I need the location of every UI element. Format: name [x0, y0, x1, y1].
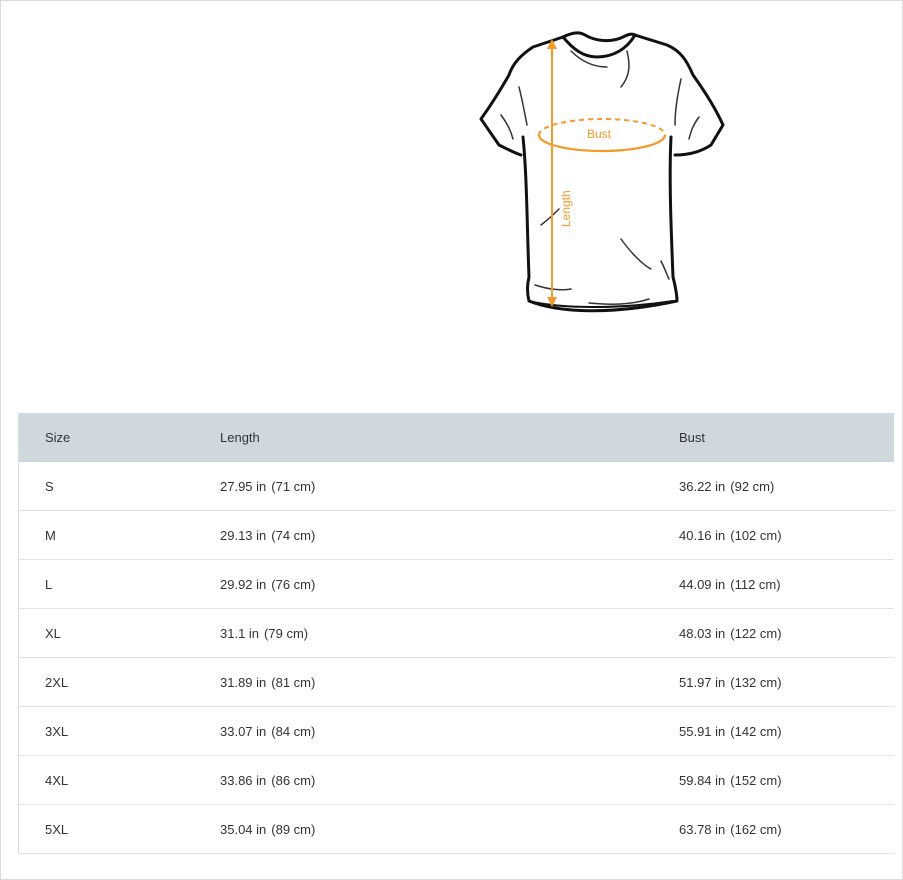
table-row: L29.92 in (76 cm) 44.09 in (112 cm)	[19, 560, 895, 609]
length-inches: 27.95 in	[220, 479, 266, 494]
bust-centimeters: (112 cm)	[730, 577, 780, 592]
bust-cell: 63.78 in (162 cm)	[679, 805, 894, 854]
bust-centimeters: (152 cm)	[730, 773, 781, 788]
bust-inches: 51.97 in	[679, 675, 725, 690]
tshirt-measurement-diagram: Bust Length	[471, 27, 741, 327]
length-inches: 35.04 in	[220, 822, 266, 837]
size-table-container: Size Length Bust S27.95 in (71 cm) 36.22 i…	[18, 413, 894, 854]
length-cell: 31.89 in (81 cm)	[220, 658, 679, 707]
length-cell: 31.1 in (79 cm)	[220, 609, 679, 658]
table-row: S27.95 in (71 cm) 36.22 in (92 cm)	[19, 462, 895, 511]
length-centimeters: (71 cm)	[271, 479, 315, 494]
length-inches: 33.86 in	[220, 773, 266, 788]
table-row: XL31.1 in (79 cm) 48.03 in (122 cm)	[19, 609, 895, 658]
bust-inches: 48.03 in	[679, 626, 725, 641]
bust-inches: 36.22 in	[679, 479, 725, 494]
bust-centimeters: (122 cm)	[730, 626, 781, 641]
bust-cell: 40.16 in (102 cm)	[679, 511, 894, 560]
size-chart-panel: Bust Length Size Length Bust S27.95 in (7…	[0, 0, 903, 880]
size-cell: M	[19, 511, 221, 560]
length-cell: 27.95 in (71 cm)	[220, 462, 679, 511]
length-centimeters: (86 cm)	[271, 773, 315, 788]
size-cell: 2XL	[19, 658, 221, 707]
bust-inches: 40.16 in	[679, 528, 725, 543]
size-cell: S	[19, 462, 221, 511]
length-cell: 33.07 in (84 cm)	[220, 707, 679, 756]
bust-centimeters: (102 cm)	[730, 528, 781, 543]
length-centimeters: (74 cm)	[271, 528, 315, 543]
bust-centimeters: (92 cm)	[730, 479, 774, 494]
bust-inches: 55.91 in	[679, 724, 725, 739]
bust-inches: 63.78 in	[679, 822, 725, 837]
length-cell: 29.92 in (76 cm)	[220, 560, 679, 609]
tshirt-icon	[471, 27, 741, 327]
table-header-row: Size Length Bust	[19, 413, 895, 462]
length-centimeters: (79 cm)	[264, 626, 308, 641]
size-cell: 4XL	[19, 756, 221, 805]
size-cell: XL	[19, 609, 221, 658]
size-table: Size Length Bust S27.95 in (71 cm) 36.22 i…	[18, 413, 894, 854]
bust-cell: 59.84 in (152 cm)	[679, 756, 894, 805]
table-row: 2XL31.89 in (81 cm) 51.97 in (132 cm)	[19, 658, 895, 707]
length-label: Length	[559, 190, 573, 227]
bust-cell: 51.97 in (132 cm)	[679, 658, 894, 707]
length-cell: 29.13 in (74 cm)	[220, 511, 679, 560]
bust-inches: 44.09 in	[679, 577, 725, 592]
size-cell: L	[19, 560, 221, 609]
length-cell: 33.86 in (86 cm)	[220, 756, 679, 805]
length-inches: 31.1 in	[220, 626, 259, 641]
bust-label: Bust	[587, 127, 611, 141]
length-inches: 29.92 in	[220, 577, 266, 592]
bust-cell: 36.22 in (92 cm)	[679, 462, 894, 511]
length-inches: 29.13 in	[220, 528, 266, 543]
table-row: M29.13 in (74 cm) 40.16 in (102 cm)	[19, 511, 895, 560]
size-cell: 3XL	[19, 707, 221, 756]
length-centimeters: (89 cm)	[271, 822, 315, 837]
header-length: Length	[220, 413, 679, 462]
size-table-body: S27.95 in (71 cm) 36.22 in (92 cm) M29.13 in…	[19, 462, 895, 854]
length-centimeters: (76 cm)	[271, 577, 315, 592]
bust-cell: 44.09 in (112 cm)	[679, 560, 894, 609]
size-cell: 5XL	[19, 805, 221, 854]
header-bust: Bust	[679, 413, 894, 462]
table-row: 5XL35.04 in (89 cm) 63.78 in (162 cm)	[19, 805, 895, 854]
bust-inches: 59.84 in	[679, 773, 725, 788]
header-size: Size	[19, 413, 221, 462]
bust-cell: 48.03 in (122 cm)	[679, 609, 894, 658]
bust-centimeters: (142 cm)	[730, 724, 781, 739]
length-inches: 31.89 in	[220, 675, 266, 690]
length-cell: 35.04 in (89 cm)	[220, 805, 679, 854]
bust-centimeters: (162 cm)	[730, 822, 781, 837]
bust-cell: 55.91 in (142 cm)	[679, 707, 894, 756]
length-centimeters: (84 cm)	[271, 724, 315, 739]
length-centimeters: (81 cm)	[271, 675, 315, 690]
length-inches: 33.07 in	[220, 724, 266, 739]
bust-centimeters: (132 cm)	[730, 675, 781, 690]
table-row: 3XL33.07 in (84 cm) 55.91 in (142 cm)	[19, 707, 895, 756]
table-row: 4XL33.86 in (86 cm) 59.84 in (152 cm)	[19, 756, 895, 805]
